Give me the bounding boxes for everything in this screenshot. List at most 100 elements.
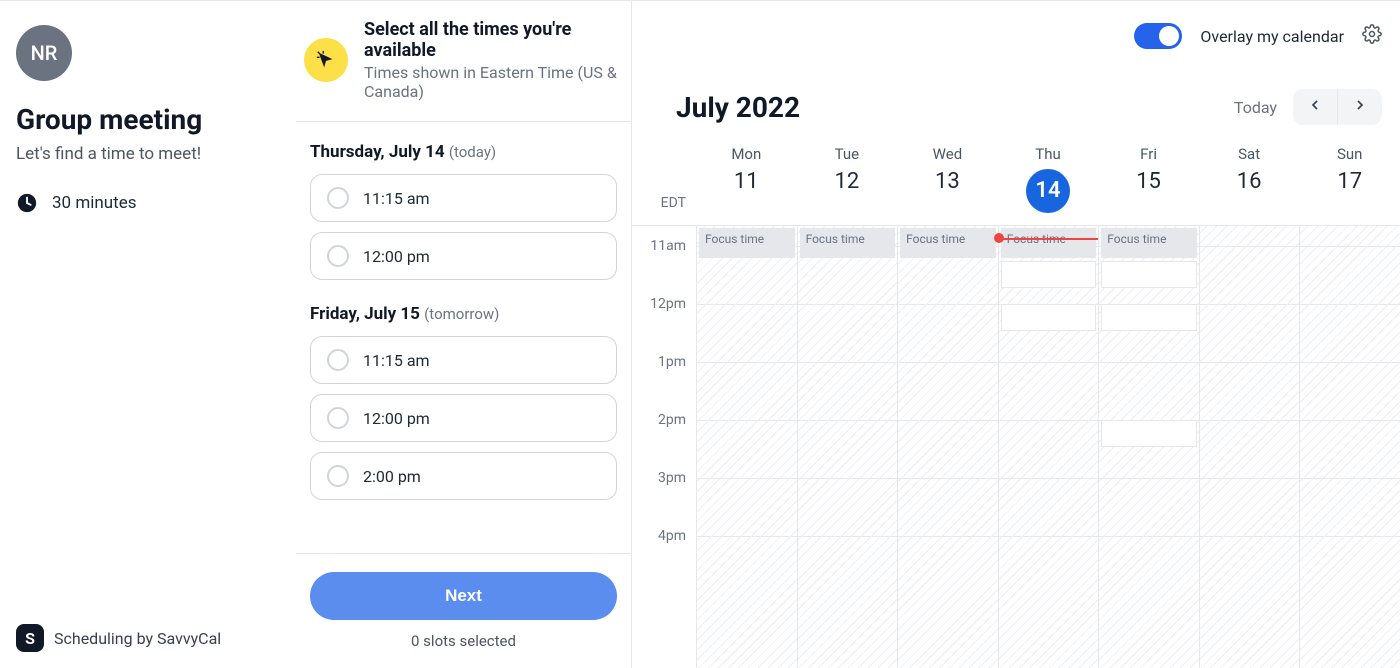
- radio-icon: [327, 407, 349, 429]
- busy-block: Focus time: [1101, 228, 1197, 258]
- timezone-short: EDT: [632, 145, 696, 213]
- picker-header-title: Select all the times you're available: [364, 19, 623, 61]
- weekday-header[interactable]: Mon 11: [696, 145, 797, 213]
- hour-label: 2pm: [658, 412, 686, 428]
- weekday-name: Thu: [998, 145, 1099, 163]
- weekday-header[interactable]: Fri 15: [1098, 145, 1199, 213]
- weekday-number: 17: [1299, 169, 1400, 194]
- weekday-number: 12: [797, 169, 898, 194]
- weekday-number: 13: [897, 169, 998, 194]
- weekday-row: EDT Mon 11Tue 12 Wed 13Thu 14 Fri 15Sat 16 Sun 17: [632, 131, 1400, 225]
- weekday-header[interactable]: Sat 16: [1199, 145, 1300, 213]
- calendar-column[interactable]: [1299, 226, 1400, 668]
- duration-row: 30 minutes: [16, 192, 276, 214]
- busy-block: Focus time: [1001, 228, 1097, 258]
- hour-label: 4pm: [658, 528, 686, 544]
- clock-icon: [16, 192, 38, 214]
- weekday-number: 16: [1199, 169, 1300, 194]
- available-slot[interactable]: [1001, 261, 1097, 288]
- branding-label: Scheduling by SavvyCal: [54, 629, 221, 648]
- weekday-name: Mon: [696, 145, 797, 163]
- radio-icon: [327, 187, 349, 209]
- weekday-header[interactable]: Sun 17: [1299, 145, 1400, 213]
- weekday-number: 15: [1098, 169, 1199, 194]
- overlay-label: Overlay my calendar: [1200, 27, 1344, 46]
- calendar-column[interactable]: Focus time: [696, 226, 797, 668]
- radio-icon: [327, 465, 349, 487]
- calendar-panel: Overlay my calendar July 2022 Today: [632, 1, 1400, 668]
- slot-list: Thursday, July 14 (today) 11:15 am 12:00 p…: [296, 121, 631, 553]
- weekday-header[interactable]: Wed 13: [897, 145, 998, 213]
- gear-icon[interactable]: [1362, 24, 1382, 48]
- prev-week-button[interactable]: [1293, 89, 1337, 125]
- calendar-grid[interactable]: 11am12pm1pm2pm3pm4pm Focus timeFocus tim…: [632, 225, 1400, 668]
- day-block: Thursday, July 14 (today) 11:15 am 12:00 p…: [310, 142, 617, 280]
- hour-label: 12pm: [650, 296, 686, 312]
- available-slot[interactable]: [1101, 304, 1197, 331]
- time-slot[interactable]: 12:00 pm: [310, 232, 617, 280]
- picker-header: Select all the times you're available Ti…: [296, 1, 631, 121]
- day-header: Thursday, July 14 (today): [310, 142, 617, 162]
- overlay-toggle[interactable]: [1134, 23, 1182, 49]
- available-slot[interactable]: [1101, 420, 1197, 447]
- page-subtitle: Let's find a time to meet!: [16, 144, 276, 164]
- day-header: Friday, July 15 (tomorrow): [310, 304, 617, 324]
- next-button[interactable]: Next: [310, 572, 617, 620]
- radio-icon: [327, 245, 349, 267]
- calendar-column[interactable]: [1199, 226, 1300, 668]
- available-slot[interactable]: [1001, 304, 1097, 331]
- sidebar: NR Group meeting Let's find a time to me…: [0, 1, 296, 668]
- time-slot-label: 12:00 pm: [363, 247, 430, 266]
- time-slot[interactable]: 12:00 pm: [310, 394, 617, 442]
- hour-label: 11am: [650, 238, 686, 254]
- radio-icon: [327, 349, 349, 371]
- weekday-name: Fri: [1098, 145, 1199, 163]
- calendar-column[interactable]: Focus time: [998, 226, 1099, 668]
- duration-label: 30 minutes: [52, 193, 136, 213]
- weekday-number: 11: [696, 169, 797, 194]
- calendar-nav: Today: [1230, 89, 1382, 125]
- hour-labels: 11am 12pm 1pm 2pm 3pm 4pm: [632, 226, 696, 668]
- slots-selected-label: 0 slots selected: [310, 632, 617, 650]
- next-week-button[interactable]: [1337, 89, 1382, 125]
- weekday-name: Wed: [897, 145, 998, 163]
- day-block: Friday, July 15 (tomorrow) 11:15 am 12:00 …: [310, 304, 617, 500]
- now-indicator: [999, 238, 1099, 240]
- picker-footer: Next 0 slots selected: [296, 553, 631, 668]
- weekday-name: Tue: [797, 145, 898, 163]
- time-slot-label: 11:15 am: [363, 189, 430, 208]
- busy-block: Focus time: [699, 228, 795, 258]
- time-slot-label: 11:15 am: [363, 351, 430, 370]
- time-slot[interactable]: 11:15 am: [310, 174, 617, 222]
- time-slot[interactable]: 2:00 pm: [310, 452, 617, 500]
- avatar: NR: [16, 25, 72, 81]
- time-picker-column: Select all the times you're available Ti…: [296, 1, 632, 668]
- weekday-number: 14: [1026, 169, 1070, 213]
- now-indicator-dot: [994, 233, 1004, 243]
- calendar-column[interactable]: Focus time: [1098, 226, 1199, 668]
- hour-label: 3pm: [658, 470, 686, 486]
- time-slot-label: 2:00 pm: [363, 467, 421, 486]
- picker-header-subtitle: Times shown in Eastern Time (US & Canada…: [364, 63, 623, 101]
- time-slot-label: 12:00 pm: [363, 409, 430, 428]
- available-slot[interactable]: [1101, 261, 1197, 288]
- today-button[interactable]: Today: [1230, 92, 1281, 123]
- weekday-header[interactable]: Thu 14: [998, 145, 1099, 213]
- week-arrows: [1293, 89, 1382, 125]
- weekday-header[interactable]: Tue 12: [797, 145, 898, 213]
- calendar-column[interactable]: Focus time: [897, 226, 998, 668]
- hour-label: 1pm: [658, 354, 686, 370]
- calendar-month-label: July 2022: [676, 91, 800, 124]
- brand-icon: S: [16, 624, 44, 652]
- cursor-click-icon: [304, 38, 348, 82]
- time-slot[interactable]: 11:15 am: [310, 336, 617, 384]
- busy-block: Focus time: [900, 228, 996, 258]
- weekday-name: Sat: [1199, 145, 1300, 163]
- calendar-header-bar: Overlay my calendar: [632, 1, 1400, 71]
- avatar-initials: NR: [31, 41, 58, 65]
- busy-block: Focus time: [800, 228, 896, 258]
- weekday-name: Sun: [1299, 145, 1400, 163]
- page-title: Group meeting: [16, 103, 276, 136]
- branding-footer[interactable]: S Scheduling by SavvyCal: [16, 624, 276, 652]
- calendar-column[interactable]: Focus time: [797, 226, 898, 668]
